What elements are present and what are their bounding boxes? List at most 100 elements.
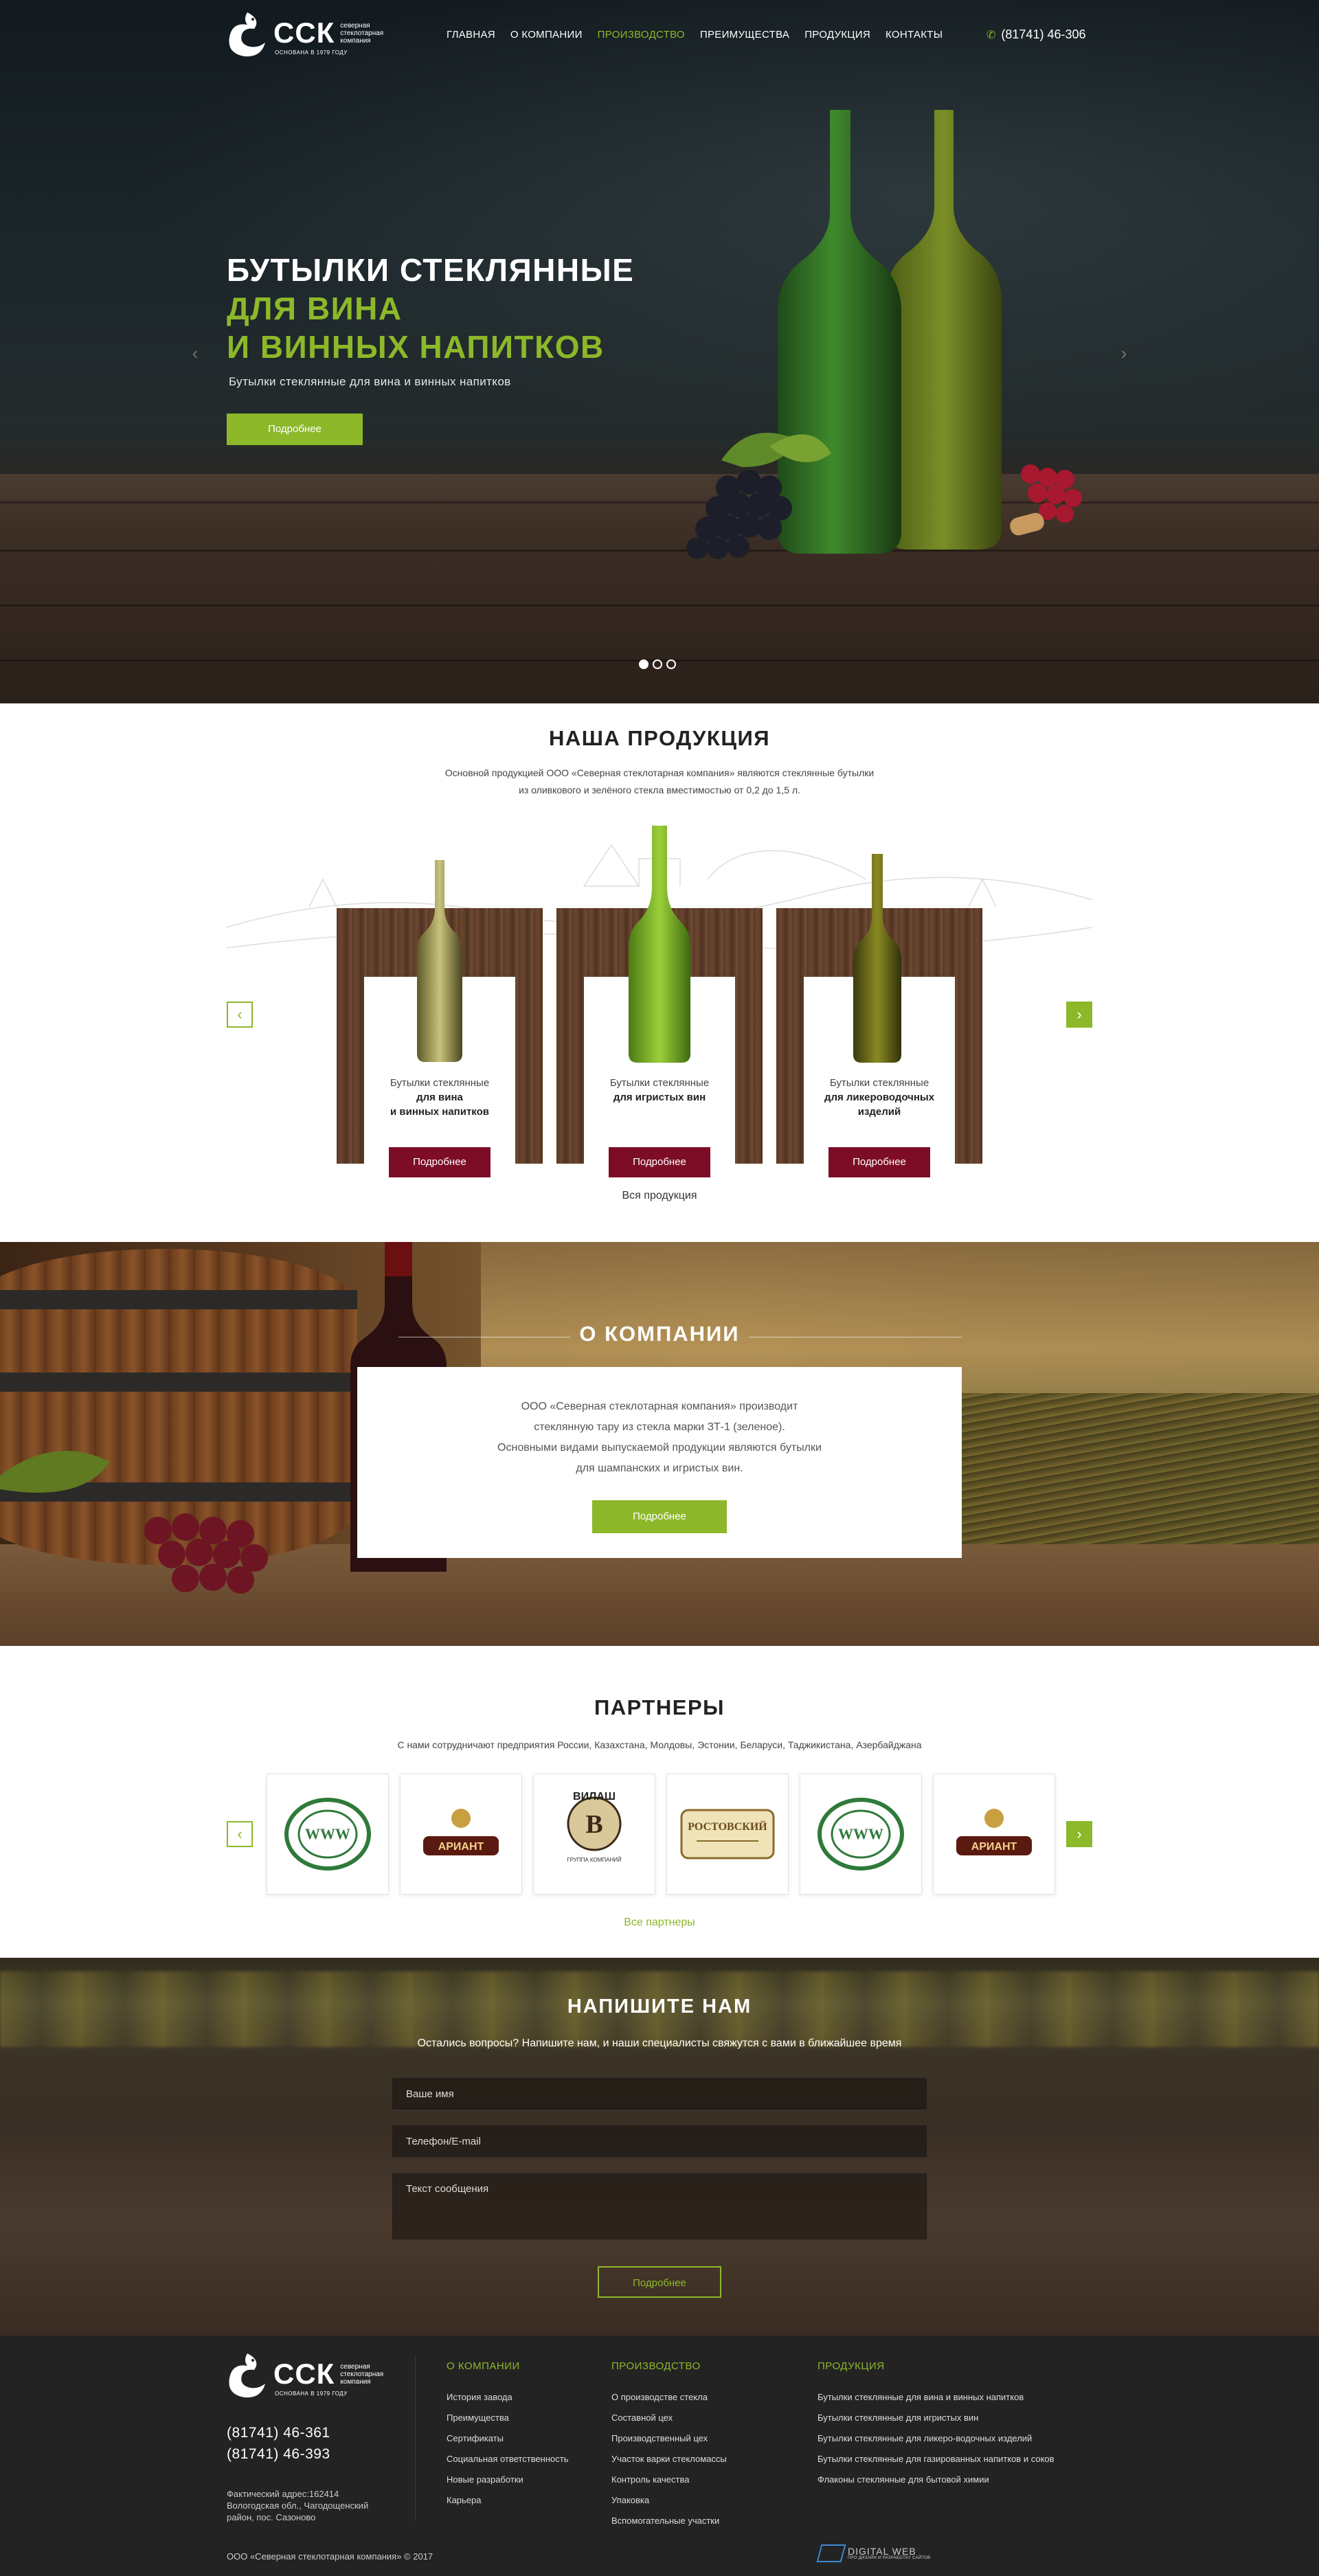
logo-tagline: ОСНОВАНА В 1979 ГОДУ: [275, 2391, 348, 2397]
vilash-logo-text: ВИЛАШ: [573, 1791, 616, 1803]
ariant-logo-icon: АРИАНТ: [934, 1774, 1055, 1894]
bottle-wine-image: [417, 860, 462, 1062]
page: ССК северная стеклотарная компания ОСНОВ…: [0, 0, 1319, 2576]
footer-link[interactable]: Преимущества: [447, 2408, 569, 2428]
phone-email-input[interactable]: Телефон/E-mail: [392, 2125, 927, 2158]
logo-name: ССК: [273, 16, 335, 49]
nav-item-advantages[interactable]: ПРЕИМУЩЕСТВА: [700, 29, 789, 41]
footer-col-products: ПРОДУКЦИЯ Бутылки стеклянные для вина и …: [818, 2360, 1055, 2490]
footer-copyright: ООО «Северная стеклотарная компания» © 2…: [227, 2551, 433, 2562]
svg-text:B: B: [585, 1810, 602, 1839]
name-input[interactable]: Ваше имя: [392, 2077, 927, 2110]
footer-logo[interactable]: ССК северная стеклотарная компания ОСНОВ…: [227, 2349, 402, 2399]
card-wine-more-button[interactable]: Подробнее: [389, 1147, 491, 1177]
logo-subtitle: северная стеклотарная компания: [340, 21, 384, 45]
footer-link[interactable]: Составной цех: [611, 2408, 727, 2428]
all-products-link[interactable]: Вся продукция: [0, 1190, 1319, 1202]
partner-logo-card[interactable]: РОСТОВСКИЙ: [666, 1774, 789, 1895]
card-line1: Бутылки стеклянные: [609, 1077, 710, 1089]
footer-link[interactable]: О производстве стекла: [611, 2387, 727, 2408]
footer-link[interactable]: Бутылки стеклянные для вина и винных нап…: [818, 2387, 1055, 2408]
slider-dot-2[interactable]: [653, 659, 662, 669]
rostovsky-logo-icon: РОСТОВСКИЙ: [667, 1774, 788, 1894]
nav-item-contacts[interactable]: КОНТАКТЫ: [886, 29, 943, 41]
nav-item-products[interactable]: ПРОДУКЦИЯ: [804, 29, 870, 41]
products-description: Основной продукцией ООО «Северная стекло…: [0, 765, 1319, 799]
header-phone[interactable]: ✆ (81741) 46-306: [987, 27, 1086, 42]
digital-web-logo-icon: [816, 2544, 846, 2562]
nav-item-home[interactable]: ГЛАВНАЯ: [447, 29, 495, 41]
hero-prev-arrow-icon[interactable]: ‹: [180, 338, 210, 368]
footer-phone-1[interactable]: (81741) 46-361: [227, 2425, 330, 2441]
slider-dot-1[interactable]: [639, 659, 649, 669]
footer-col-production: ПРОИЗВОДСТВО О производстве стекла Соста…: [611, 2360, 727, 2531]
developer-name: DIGITAL WEB: [848, 2546, 916, 2557]
footer-col-products-title[interactable]: ПРОДУКЦИЯ: [818, 2360, 1055, 2372]
vineyard-background: [948, 1393, 1319, 1565]
card-sparkling-more-button[interactable]: Подробнее: [609, 1147, 710, 1177]
products-desc-line1: Основной продукцией ООО «Северная стекло…: [444, 767, 875, 778]
partner-logo-card[interactable]: АРИАНТ: [933, 1774, 1055, 1895]
contact-title: НАПИШИТЕ НАМ: [567, 1996, 752, 2018]
footer-link[interactable]: Социальная ответственность: [447, 2449, 569, 2470]
footer-link[interactable]: Флаконы стеклянные для бытовой химии: [818, 2470, 1055, 2490]
card-liquor-more-button[interactable]: Подробнее: [828, 1147, 930, 1177]
product-card-label: Бутылки стеклянные для ликероводочных из…: [804, 1076, 955, 1119]
product-card-label: Бутылки стеклянные для вина и винных нап…: [364, 1076, 515, 1119]
hero-more-button[interactable]: Подробнее: [227, 414, 363, 445]
hero-title-line3: И ВИННЫХ НАПИТКОВ: [227, 329, 605, 365]
slider-dot-3[interactable]: [666, 659, 676, 669]
footer-phone-2[interactable]: (81741) 46-393: [227, 2446, 330, 2463]
footer-link[interactable]: Сертификаты: [447, 2428, 569, 2449]
partner-logo-card[interactable]: АРИАНТ: [400, 1774, 522, 1895]
contact-submit-button[interactable]: Подробнее: [598, 2266, 721, 2298]
about-text-line3: Основными видами выпускаемой продукции я…: [497, 1442, 822, 1454]
partners-next-arrow-icon[interactable]: ›: [1066, 1821, 1092, 1847]
partner-logo-card[interactable]: WWW: [800, 1774, 922, 1895]
message-textarea[interactable]: Текст сообщения: [392, 2173, 927, 2240]
about-more-button[interactable]: Подробнее: [592, 1500, 727, 1533]
footer-link[interactable]: Бутылки стеклянные для игристых вин: [818, 2408, 1055, 2428]
partner-logo-card[interactable]: WWW: [267, 1774, 389, 1895]
bottle-sparkling-image: [629, 826, 690, 1063]
card-line3: изделий: [857, 1106, 901, 1118]
footer-link[interactable]: Вспомогательные участки: [611, 2511, 727, 2531]
all-partners-link[interactable]: Все партнеры: [0, 1917, 1319, 1929]
partners-prev-arrow-icon[interactable]: ‹: [227, 1821, 253, 1847]
nav-item-about[interactable]: О КОМПАНИИ: [510, 29, 583, 41]
footer-link[interactable]: Упаковка: [611, 2490, 727, 2511]
site-logo[interactable]: ССК северная стеклотарная компания ОСНОВ…: [227, 8, 402, 58]
red-grapes-image: [0, 1451, 268, 1594]
footer-link[interactable]: Бутылки стеклянные для ликеро-водочных и…: [818, 2428, 1055, 2449]
footer-link[interactable]: Контроль качества: [611, 2470, 727, 2490]
ariant-logo-text: АРИАНТ: [971, 1841, 1017, 1853]
svg-text:WWW: WWW: [305, 1825, 350, 1842]
footer-col-about-title[interactable]: О КОМПАНИИ: [447, 2360, 569, 2372]
footer-link[interactable]: Бутылки стеклянные для газированных напи…: [818, 2449, 1055, 2470]
ariant-logo-text: АРИАНТ: [438, 1841, 484, 1853]
logo-tagline: ОСНОВАНА В 1979 ГОДУ: [275, 49, 348, 56]
footer-link[interactable]: Карьера: [447, 2490, 569, 2511]
hero-title-line2: ДЛЯ ВИНА: [227, 291, 403, 326]
nav-item-production[interactable]: ПРОИЗВОДСТВО: [598, 29, 685, 41]
footer-col-about: О КОМПАНИИ История завода Преимущества С…: [447, 2360, 569, 2511]
grapes-left: [686, 470, 792, 559]
footer-col-production-title[interactable]: ПРОИЗВОДСТВО: [611, 2360, 727, 2372]
partners-section: [0, 1646, 1319, 1958]
about-text-line1: ООО «Северная стеклотарная компания» про…: [521, 1401, 798, 1412]
footer-link[interactable]: История завода: [447, 2387, 569, 2408]
partner-logo-card[interactable]: B ВИЛАШ ГРУППА КОМПАНИЙ: [533, 1774, 655, 1895]
card-line1: Бутылки стеклянные: [390, 1077, 490, 1089]
developer-credit[interactable]: DIGITAL WEB ПРО ДИЗАЙН И РАЗРАБОТКУ САЙТ…: [816, 2544, 930, 2562]
footer-link[interactable]: Новые разработки: [447, 2470, 569, 2490]
products-next-arrow-icon[interactable]: ›: [1066, 1002, 1092, 1028]
products-prev-arrow-icon[interactable]: ‹: [227, 1002, 253, 1028]
bottle-liquor-image: [853, 854, 901, 1063]
footer-link[interactable]: Участок варки стекломассы: [611, 2449, 727, 2470]
contact-description: Остались вопросы? Напишите нам, и наши с…: [417, 2037, 902, 2049]
hero-next-arrow-icon[interactable]: ›: [1109, 338, 1139, 368]
footer-link[interactable]: Производственный цех: [611, 2428, 727, 2449]
footer-divider: [415, 2356, 416, 2521]
green-seal-logo-icon: WWW: [800, 1774, 921, 1894]
about-title: О КОМПАНИИ: [579, 1322, 740, 1346]
